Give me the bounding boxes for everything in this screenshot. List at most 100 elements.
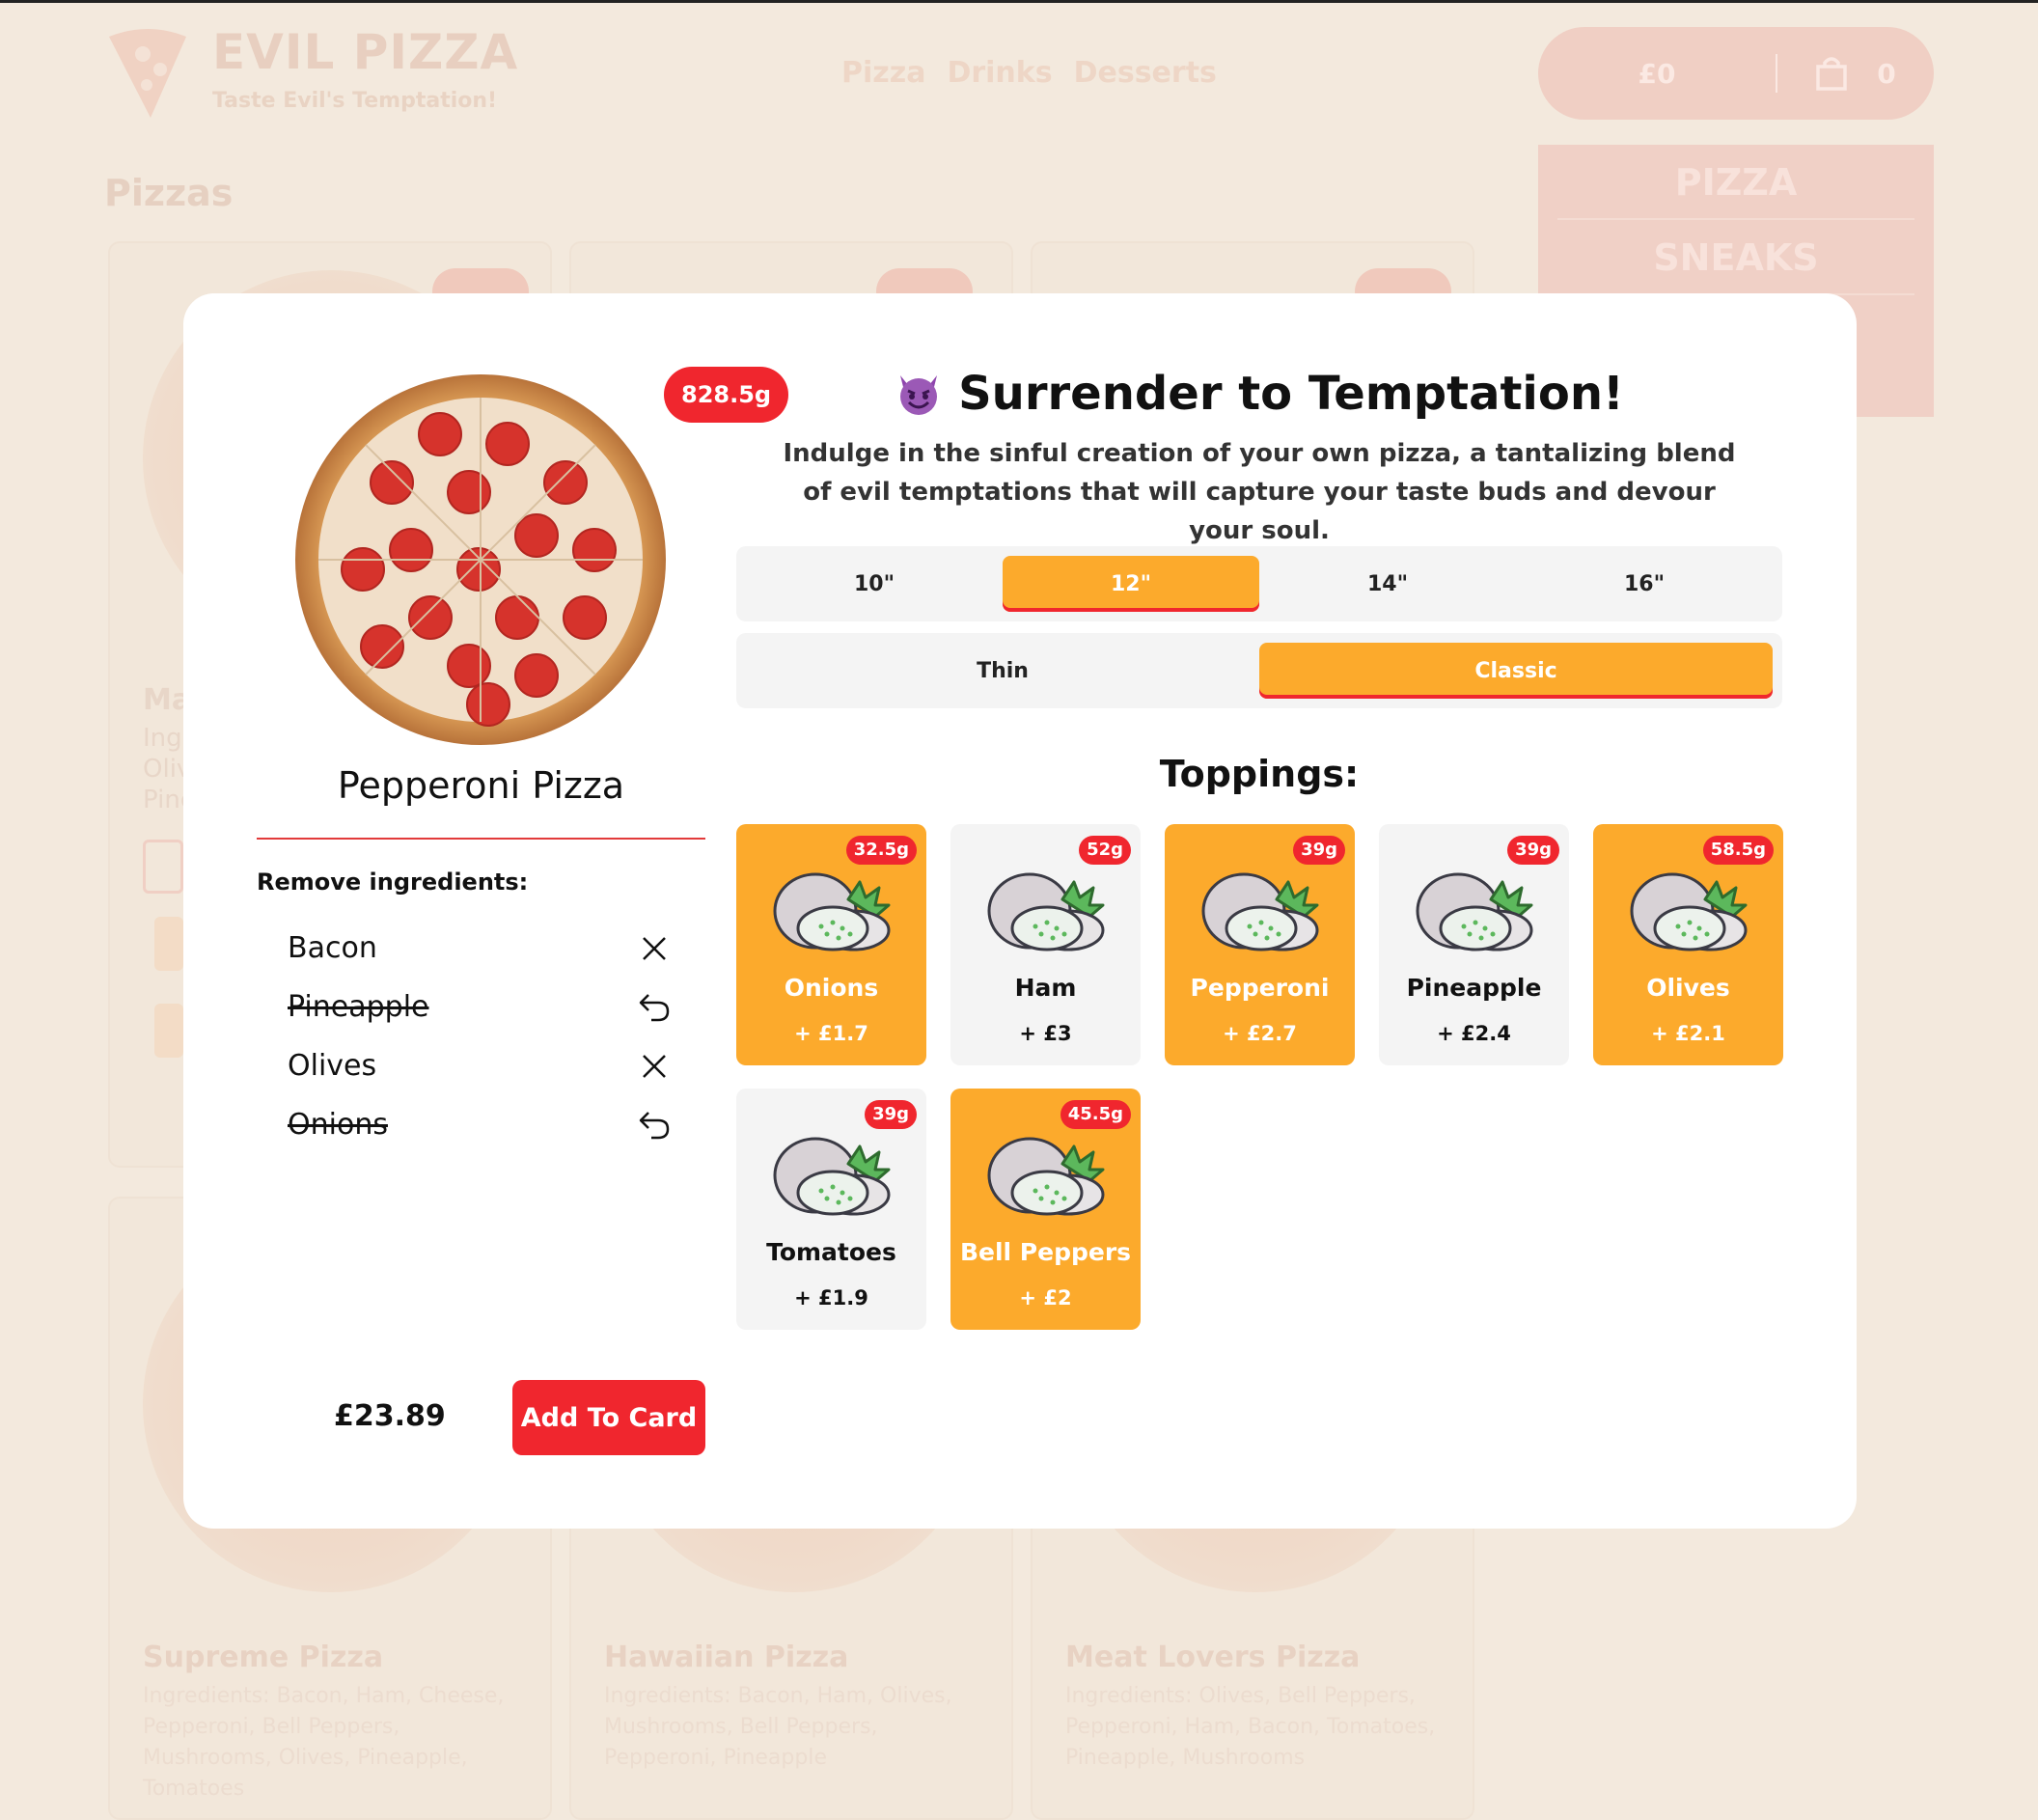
pepperoni-slice [572,528,617,572]
card-title: Supreme Pizza [143,1641,384,1674]
pepperoni-slice [418,412,462,456]
topping-card-pineapple[interactable]: 39g Pineapple + £2.4 [1379,824,1569,1065]
pepperoni-slice [466,682,510,727]
card-option-button[interactable] [154,917,183,971]
topping-name: Bell Peppers [959,1238,1132,1266]
promo-item[interactable]: PIZZA [1557,145,1914,220]
topping-price: + £2.7 [1223,1022,1297,1045]
restore-ingredient-button[interactable] [635,988,674,1027]
size-selector: 10" 12" 14" 16" [736,546,1782,621]
card-ingredients-fragment: Ing [143,724,182,753]
topping-price: + £3 [1019,1022,1072,1045]
shopping-bag-icon [1816,57,1847,91]
modal-title-text: Surrender to Temptation! [958,367,1624,421]
pepperoni-slice [456,547,501,592]
topping-weight-badge: 32.5g [845,836,917,865]
pepperoni-slice [485,422,530,466]
modal-description: Indulge in the sinful creation of your o… [783,439,1736,545]
ingredient-list: Bacon Pineapple Olives Onions [288,919,674,1154]
top-nav: Pizza Drinks Desserts [841,56,1217,90]
topping-name: Pepperoni [1190,974,1330,1002]
pepperoni-slice [370,460,414,505]
topping-card-ham[interactable]: 52g Ham + £3 [950,824,1141,1065]
topping-card-pepperoni[interactable]: 39g Pepperoni + £2.7 [1165,824,1355,1065]
undo-icon [639,993,670,1021]
brand[interactable]: EVIL PIZZA Taste Evil's Temptation! [104,25,518,122]
size-option-16[interactable]: 16" [1516,556,1773,612]
topping-weight-badge: 39g [865,1100,917,1129]
topping-name: Pineapple [1406,974,1542,1002]
pepperoni-slice [360,624,404,669]
ingredient-row: Onions [288,1095,674,1154]
topping-ingredient-icon [773,872,891,951]
close-icon [643,1054,666,1078]
topping-card-tomatoes[interactable]: 39g Tomatoes + £1.9 [736,1089,926,1330]
topping-weight-badge: 58.5g [1702,836,1774,865]
nav-drinks[interactable]: Drinks [947,56,1052,90]
topping-weight-badge: 52g [1079,836,1131,865]
remove-ingredients-title: Remove ingredients: [257,869,529,896]
ingredient-name: Bacon [288,931,377,965]
pepperoni-slice [514,653,559,698]
topping-name: Onions [784,974,879,1002]
ingredient-row: Bacon [288,919,674,978]
card-select-button[interactable] [143,840,183,894]
ingredient-name: Olives [288,1049,377,1083]
ingredient-name: Onions [288,1108,388,1142]
topping-weight-badge: 45.5g [1060,1100,1131,1129]
brand-name: EVIL PIZZA [212,24,519,80]
remove-ingredient-button[interactable] [635,1047,674,1086]
topping-price: + £1.9 [794,1286,868,1310]
pepperoni-slice [447,470,491,514]
add-to-cart-button[interactable]: Add To Card [512,1380,705,1455]
pepperoni-slice [495,595,539,640]
pizza-summary: 828.5g Pepperoni Pizza Remove ingredient… [257,293,789,1529]
topping-weight-badge: 39g [1293,836,1345,865]
divider [257,838,705,840]
size-option-10[interactable]: 10" [746,556,1003,612]
close-icon [643,936,666,960]
remove-ingredient-button[interactable] [635,929,674,968]
ingredient-row: Pineapple [288,978,674,1036]
cart-button[interactable]: £0 0 [1538,27,1934,120]
topping-name: Ham [1014,974,1077,1002]
crust-option-thin[interactable]: Thin [746,643,1259,699]
nav-pizza[interactable]: Pizza [841,56,925,90]
card-title: Hawaiian Pizza [604,1641,849,1674]
card-ingredients: Ingredients: Bacon, Ham, Olives, Mushroo… [604,1684,952,1770]
pepperoni-slice [447,644,491,688]
topping-card-bell-peppers[interactable]: 45.5g Bell Peppers + £2 [950,1089,1141,1330]
topping-price: + £2.1 [1651,1022,1725,1045]
promo-item[interactable]: SNEAKS [1557,220,1914,295]
section-heading: Pizzas [104,172,234,214]
pepperoni-slice [543,460,588,505]
window-top-border [0,0,2038,3]
customize-pizza-modal: 828.5g Pepperoni Pizza Remove ingredient… [183,293,1857,1529]
undo-icon [639,1111,670,1139]
restore-ingredient-button[interactable] [635,1106,674,1144]
pepperoni-slice [389,528,433,572]
pepperoni-slice [341,547,385,592]
topping-ingredient-icon [987,1137,1105,1216]
topping-price: + £1.7 [794,1022,868,1045]
nav-desserts[interactable]: Desserts [1074,56,1217,90]
card-option-button[interactable] [154,1004,183,1058]
topping-card-olives[interactable]: 58.5g Olives + £2.1 [1593,824,1783,1065]
pepperoni-slice [514,513,559,558]
size-option-12[interactable]: 12" [1003,556,1259,612]
topping-price: + £2.4 [1437,1022,1511,1045]
modal-title: Surrender to Temptation! [736,367,1782,421]
cart-total: £0 [1638,57,1676,90]
topping-card-onions[interactable]: 32.5g Onions + £1.7 [736,824,926,1065]
topping-ingredient-icon [773,1137,891,1216]
card-title: Meat Lovers Pizza [1065,1641,1361,1674]
crust-option-classic[interactable]: Classic [1259,643,1773,699]
topping-ingredient-icon [1201,872,1319,951]
total-price: £23.89 [334,1399,446,1433]
topping-ingredient-icon [987,872,1105,951]
size-option-14[interactable]: 14" [1259,556,1516,612]
ingredient-name: Pineapple [288,990,429,1024]
devil-emoji-icon [900,375,938,415]
card-ingredients: Ingredients: Bacon, Ham, Cheese, Peppero… [143,1684,505,1801]
card-ingredients: Ingredients: Olives, Bell Peppers, Peppe… [1065,1684,1436,1770]
